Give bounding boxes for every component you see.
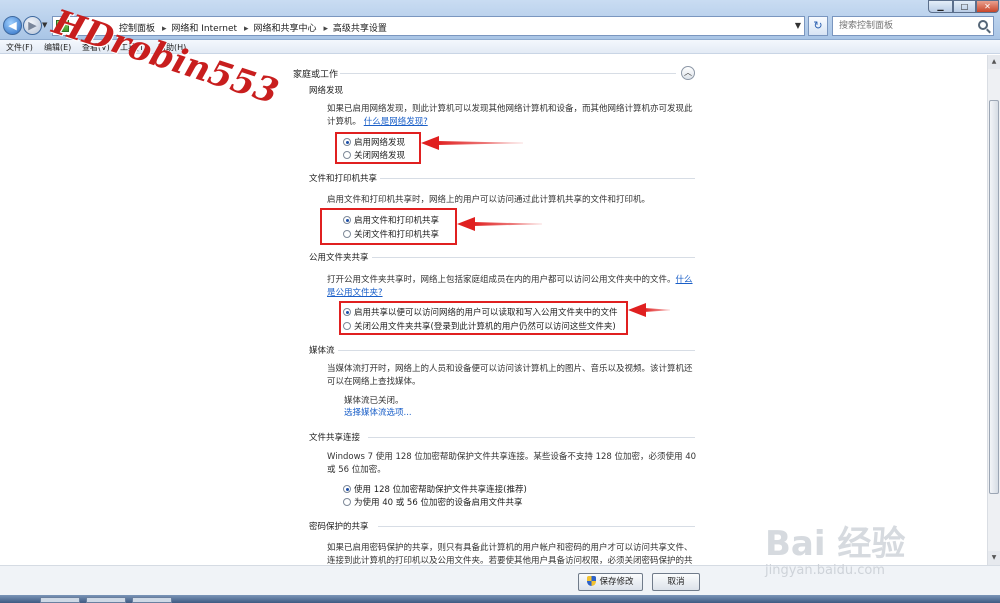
address-toolbar: ◀ ▶ ▼ 控制面板 ▸ 网络和 Internet ▸ 网络和共享中心 ▸ 高级共享设… xyxy=(0,0,1000,40)
taskbar-item[interactable] xyxy=(40,597,80,603)
publicfolder-desc-text: 打开公用文件夹共享时，网络上包括家庭组成员在内的用户都可以访问公用文件夹中的文件… xyxy=(327,275,676,285)
save-changes-button[interactable]: 保存修改 xyxy=(578,573,643,591)
encryption-128-option[interactable]: 使用 128 位加密帮助保护文件共享连接(推荐) xyxy=(343,483,527,495)
save-label: 保存修改 xyxy=(599,577,634,587)
back-arrow-icon: ◀ xyxy=(8,19,17,32)
taskbar xyxy=(0,595,1000,603)
breadcrumb-separator-icon[interactable]: ▸ xyxy=(162,24,167,34)
scroll-up-arrow-icon[interactable]: ▲ xyxy=(988,55,1000,69)
annotation-box xyxy=(335,132,421,164)
media-options-link[interactable]: 选择媒体流选项... xyxy=(344,407,412,420)
uac-shield-icon xyxy=(587,576,597,586)
breadcrumb-network-internet[interactable]: 网络和 Internet xyxy=(171,24,237,34)
vertical-scrollbar[interactable]: ▲ ▼ xyxy=(987,55,1000,565)
annotation-arrow-icon xyxy=(457,217,542,231)
menu-view[interactable]: 查看(V) xyxy=(82,42,110,53)
media-title: 媒体流 xyxy=(309,346,335,356)
close-button[interactable]: ✕ xyxy=(976,0,999,13)
discovery-help-link[interactable]: 什么是网络发现? xyxy=(364,117,428,127)
breadcrumb-network-center[interactable]: 网络和共享中心 xyxy=(253,24,316,34)
encryption-description: Windows 7 使用 128 位加密帮助保护文件共享连接。某些设备不支持 1… xyxy=(327,452,697,475)
menu-bar: 文件(F) 编辑(E) 查看(V) 工具(T) 帮助(H) xyxy=(0,40,1000,54)
fileprint-description: 启用文件和打印机共享时，网络上的用户可以访问通过此计算机共享的文件和打印机。 xyxy=(327,195,651,205)
control-panel-icon xyxy=(56,20,69,32)
annotation-arrow-icon xyxy=(628,303,670,317)
password-description: 如果已启用密码保护的共享，则只有具备此计算机的用户帐户和密码的用户才可以访问共享… xyxy=(327,543,693,565)
breadcrumb: 控制面板 ▸ 网络和 Internet ▸ 网络和共享中心 ▸ 高级共享设置 xyxy=(119,21,389,34)
refresh-icon: ↻ xyxy=(813,19,823,32)
maximize-button[interactable]: □ xyxy=(953,0,976,13)
annotation-arrow-icon xyxy=(421,136,523,150)
divider xyxy=(338,350,695,351)
search-icon[interactable] xyxy=(978,20,988,30)
divider xyxy=(378,526,695,527)
publicfolder-description: 打开公用文件夹共享时，网络上包括家庭组成员在内的用户都可以访问公用文件夹中的文件… xyxy=(327,274,699,300)
breadcrumb-separator-icon[interactable]: ▸ xyxy=(323,24,328,34)
fileprint-title: 文件和打印机共享 xyxy=(309,174,378,184)
advanced-sharing-settings: 家庭或工作 ︿ 网络发现 如果已启用网络发现，则此计算机可以发现其他网络计算机和… xyxy=(0,55,987,565)
taskbar-item[interactable] xyxy=(86,597,126,603)
collapse-chevron-up-icon[interactable]: ︿ xyxy=(681,66,695,80)
divider xyxy=(340,73,676,74)
address-dropdown-icon[interactable]: ▼ xyxy=(795,21,801,30)
search-input[interactable] xyxy=(833,17,973,35)
radio-unselected[interactable] xyxy=(343,498,351,506)
media-description: 当媒体流打开时，网络上的人员和设备便可以访问该计算机上的图片、音乐以及视频。该计… xyxy=(327,364,693,387)
publicfolder-title: 公用文件夹共享 xyxy=(309,253,369,263)
forward-button[interactable]: ▶ xyxy=(23,16,42,35)
breadcrumb-control-panel[interactable]: 控制面板 xyxy=(119,24,155,34)
encryption-40-56-label: 为使用 40 或 56 位加密的设备启用文件共享 xyxy=(354,498,523,508)
action-bar: 保存修改 取消 xyxy=(0,565,1000,595)
radio-selected[interactable] xyxy=(343,485,351,493)
divider xyxy=(372,257,695,258)
publicfolder-help-link[interactable]: 什么 xyxy=(676,275,693,285)
scroll-down-arrow-icon[interactable]: ▼ xyxy=(988,551,1000,565)
divider xyxy=(380,178,695,179)
back-button[interactable]: ◀ xyxy=(3,16,22,35)
discovery-title: 网络发现 xyxy=(309,86,344,96)
menu-help[interactable]: 帮助(H) xyxy=(158,42,186,53)
taskbar-item[interactable] xyxy=(132,597,172,603)
publicfolder-help-link-cont[interactable]: 是公用文件夹? xyxy=(327,288,383,298)
breadcrumb-advanced-sharing[interactable]: 高级共享设置 xyxy=(333,24,387,34)
minimize-button[interactable]: ▁ xyxy=(928,0,953,13)
scroll-thumb[interactable] xyxy=(989,100,999,494)
encryption-40-56-option[interactable]: 为使用 40 或 56 位加密的设备启用文件共享 xyxy=(343,496,522,508)
menu-file[interactable]: 文件(F) xyxy=(6,42,33,53)
password-title: 密码保护的共享 xyxy=(309,522,369,532)
address-bar[interactable]: 控制面板 ▸ 网络和 Internet ▸ 网络和共享中心 ▸ 高级共享设置 ▼ xyxy=(52,16,805,36)
recent-pages-dropdown[interactable]: ▼ xyxy=(42,21,47,29)
profile-title: 家庭或工作 xyxy=(293,70,339,80)
forward-arrow-icon: ▶ xyxy=(28,19,37,32)
divider xyxy=(368,437,695,438)
menu-tools[interactable]: 工具(T) xyxy=(120,42,147,53)
search-box[interactable] xyxy=(832,16,994,36)
annotation-box xyxy=(339,301,628,335)
encryption-128-label: 使用 128 位加密帮助保护文件共享连接(推荐) xyxy=(354,485,527,495)
encryption-title: 文件共享连接 xyxy=(309,433,361,443)
annotation-box xyxy=(320,208,457,245)
menu-edit[interactable]: 编辑(E) xyxy=(44,42,71,53)
breadcrumb-separator-icon[interactable]: ▸ xyxy=(244,24,249,34)
cancel-button[interactable]: 取消 xyxy=(652,573,700,591)
discovery-description: 如果已启用网络发现，则此计算机可以发现其他网络计算机和设备，而其他网络计算机亦可… xyxy=(327,103,699,129)
refresh-button[interactable]: ↻ xyxy=(808,16,828,36)
